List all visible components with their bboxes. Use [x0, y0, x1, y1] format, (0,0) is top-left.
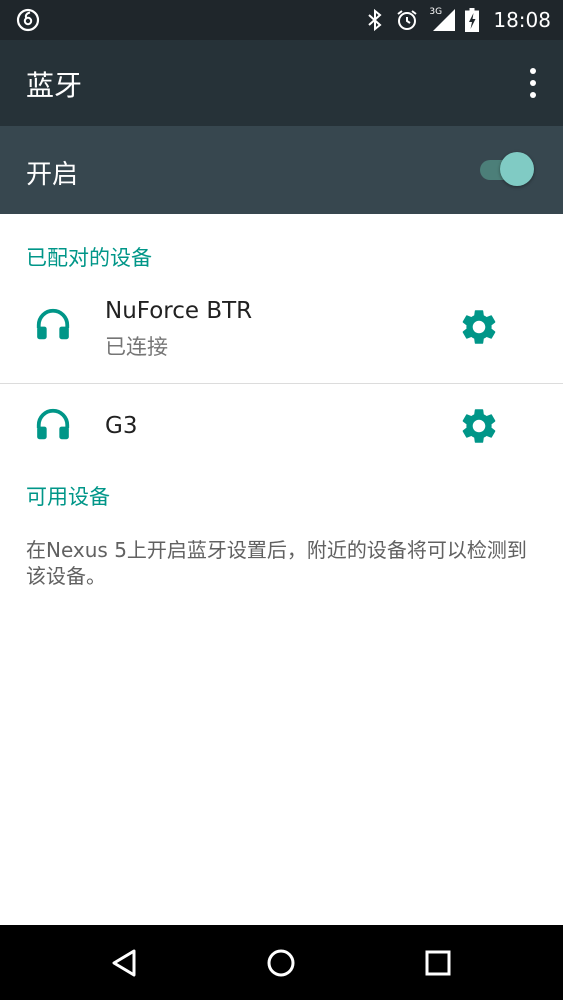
device-status: 已连接: [105, 335, 168, 359]
bluetooth-icon: [368, 8, 382, 32]
headphones-icon: [36, 308, 70, 340]
gear-icon[interactable]: [458, 405, 500, 447]
page-title: 蓝牙: [26, 69, 83, 102]
signal-icon: 3G: [429, 7, 456, 31]
app-bar: 蓝牙: [0, 40, 563, 126]
status-bar: 3G 18:08: [0, 0, 563, 40]
back-icon[interactable]: [106, 945, 142, 981]
alarm-icon: [397, 10, 417, 30]
headphones-icon: [36, 408, 70, 440]
available-devices-header: 可用设备: [26, 485, 110, 509]
home-icon[interactable]: [263, 945, 299, 981]
netease-music-icon: [16, 8, 40, 32]
switch-label: 开启: [26, 160, 79, 190]
device-row-g3[interactable]: G3: [0, 384, 563, 470]
status-icons: 3G 18:08: [365, 0, 551, 40]
device-name: NuForce BTR: [105, 298, 253, 324]
battery-charging-icon: [465, 8, 480, 32]
device-name: G3: [105, 413, 138, 439]
visibility-info-text: 在Nexus 5上开启蓝牙设置后，附近的设备将可以检测到该设备。: [26, 538, 527, 588]
toggle-thumb: [500, 152, 534, 186]
bluetooth-toggle[interactable]: [478, 152, 536, 188]
recents-icon[interactable]: [420, 945, 456, 981]
device-row-nuforce[interactable]: NuForce BTR 已连接: [0, 284, 563, 382]
clock: 18:08: [493, 8, 551, 32]
more-vert-icon[interactable]: [523, 68, 543, 98]
gear-icon[interactable]: [458, 306, 500, 348]
paired-devices-header: 已配对的设备: [26, 246, 152, 270]
navigation-bar: [0, 925, 563, 1000]
